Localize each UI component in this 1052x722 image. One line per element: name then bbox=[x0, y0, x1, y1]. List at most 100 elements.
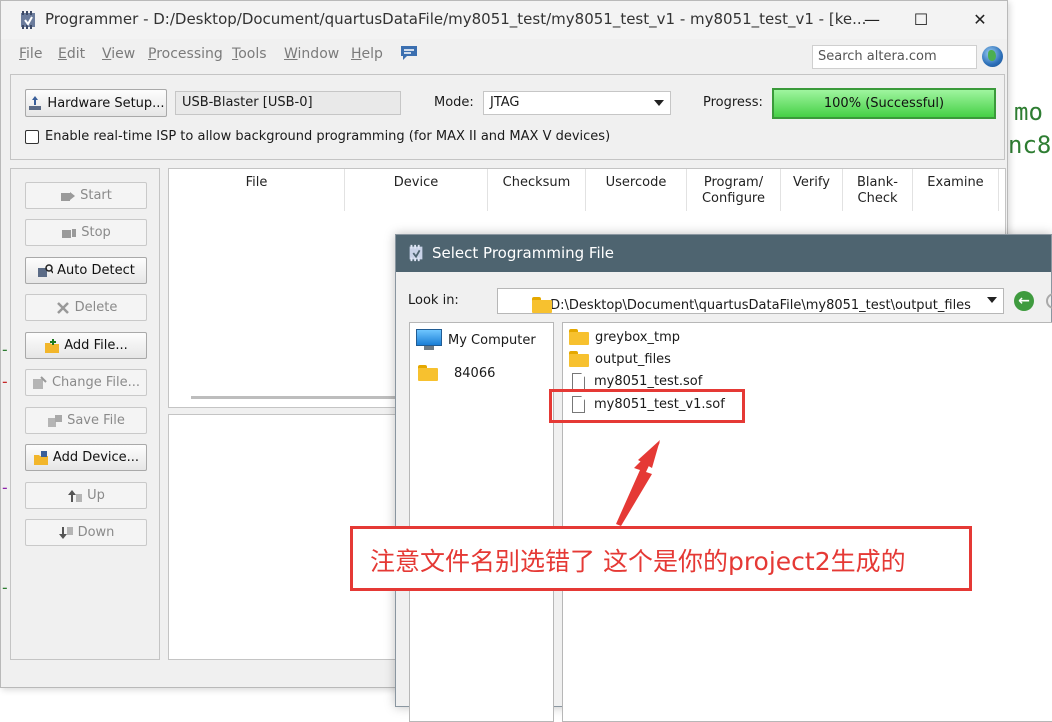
auto-detect-button[interactable]: Auto Detect bbox=[25, 257, 147, 284]
editor-edge-mark: - bbox=[0, 372, 10, 391]
start-button[interactable]: Start bbox=[25, 182, 147, 209]
select-file-dialog: Select Programming File Look in: D:\Desk… bbox=[395, 234, 1052, 722]
stop-label: Stop bbox=[81, 225, 111, 240]
hardware-setup-label: Hardware Setup... bbox=[47, 95, 165, 111]
add-device-icon bbox=[33, 450, 48, 465]
background-code-line: mo bbox=[1014, 98, 1043, 126]
window-title: Programmer - D:/Desktop/Document/quartus… bbox=[45, 10, 867, 28]
file-label: greybox_tmp bbox=[595, 329, 681, 345]
background-code-line: nc8 bbox=[1008, 131, 1052, 159]
column-header-device[interactable]: Device bbox=[345, 169, 488, 211]
file-label: output_files bbox=[595, 351, 671, 367]
add-file-button[interactable]: Add File... bbox=[25, 332, 147, 359]
editor-edge-mark: - bbox=[0, 478, 10, 497]
file-icon bbox=[572, 373, 585, 390]
folder-icon bbox=[569, 351, 589, 367]
start-label: Start bbox=[80, 188, 112, 203]
highlight-box bbox=[549, 389, 745, 423]
place-label: My Computer bbox=[448, 332, 536, 348]
progress-bar: 100% (Successful) bbox=[772, 88, 996, 119]
place-folder-84066[interactable]: 84066 bbox=[418, 365, 495, 381]
programmer-app-icon bbox=[21, 11, 35, 29]
look-in-label: Look in: bbox=[408, 293, 459, 308]
search-input[interactable]: Search altera.com bbox=[812, 45, 977, 69]
change-file-icon bbox=[32, 375, 47, 389]
annotation-note: 注意文件名别选错了 这个是你的project2生成的 bbox=[370, 547, 906, 576]
isp-checkbox[interactable] bbox=[25, 130, 39, 144]
menu-processing[interactable]: Processing bbox=[148, 46, 223, 62]
globe-icon[interactable] bbox=[982, 46, 1003, 67]
dialog-titlebar: Select Programming File bbox=[396, 235, 1051, 272]
down-arrow-icon bbox=[58, 526, 73, 539]
list-item-greybox-tmp[interactable]: greybox_tmp bbox=[569, 329, 680, 345]
refresh-icon[interactable] bbox=[1046, 293, 1052, 309]
programmer-titlebar: Programmer - D:/Desktop/Document/quartus… bbox=[1, 1, 1007, 39]
add-file-icon bbox=[45, 338, 60, 353]
menu-window[interactable]: Window bbox=[284, 46, 339, 62]
file-label: my8051_test.sof bbox=[594, 374, 703, 389]
stop-button[interactable]: Stop bbox=[25, 219, 147, 246]
back-arrow-icon[interactable]: ← bbox=[1014, 291, 1034, 311]
places-panel: My Computer 84066 bbox=[409, 322, 554, 722]
place-label: 84066 bbox=[454, 365, 496, 381]
progress-label: Progress: bbox=[703, 95, 763, 110]
isp-checkbox-label: Enable real-time ISP to allow background… bbox=[45, 129, 611, 144]
place-my-computer[interactable]: My Computer bbox=[416, 329, 536, 351]
add-device-button[interactable]: Add Device... bbox=[25, 444, 147, 471]
progress-text: 100% (Successful) bbox=[823, 96, 945, 111]
minimize-button[interactable]: — bbox=[849, 7, 895, 33]
menu-view[interactable]: View bbox=[102, 46, 135, 62]
down-button[interactable]: Down bbox=[25, 519, 147, 546]
menu-edit[interactable]: Edit bbox=[58, 46, 85, 62]
column-header-examine[interactable]: Examine bbox=[913, 169, 999, 211]
list-item-output-files[interactable]: output_files bbox=[569, 351, 671, 367]
column-header-usercode[interactable]: Usercode bbox=[586, 169, 687, 211]
menu-tools[interactable]: Tools bbox=[232, 46, 267, 62]
add-device-label: Add Device... bbox=[52, 450, 140, 465]
chevron-down-icon bbox=[987, 297, 997, 303]
folder-icon bbox=[532, 297, 552, 313]
start-icon bbox=[61, 191, 76, 201]
hardware-field: USB-Blaster [USB-0] bbox=[175, 91, 401, 115]
delete-icon bbox=[56, 301, 69, 314]
down-label: Down bbox=[77, 525, 115, 540]
column-header-blank-check[interactable]: Blank- Check bbox=[843, 169, 913, 211]
menu-file[interactable]: File bbox=[19, 46, 42, 62]
folder-icon bbox=[569, 329, 589, 345]
chat-bubble-icon[interactable] bbox=[399, 44, 419, 62]
editor-edge-mark: - bbox=[0, 340, 10, 359]
up-button[interactable]: Up bbox=[25, 482, 147, 509]
maximize-button[interactable]: ☐ bbox=[898, 7, 944, 33]
mode-label: Mode: bbox=[434, 95, 474, 110]
annotation-arrow-icon bbox=[616, 440, 660, 526]
auto-detect-label: Auto Detect bbox=[57, 263, 135, 278]
hardware-setup-button[interactable]: Hardware Setup... bbox=[25, 89, 167, 117]
computer-icon bbox=[416, 329, 442, 351]
look-in-select[interactable]: D:\Desktop\Document\quartusDataFile\my80… bbox=[497, 288, 1004, 314]
auto-detect-icon bbox=[38, 263, 54, 277]
menu-help[interactable]: Help bbox=[351, 46, 383, 62]
change-file-label: Change File... bbox=[51, 375, 141, 390]
save-file-icon bbox=[48, 414, 63, 427]
column-header-checksum[interactable]: Checksum bbox=[488, 169, 586, 211]
save-file-label: Save File bbox=[67, 413, 125, 428]
close-button[interactable]: ✕ bbox=[957, 7, 1003, 33]
delete-button[interactable]: Delete bbox=[25, 294, 147, 321]
save-file-button[interactable]: Save File bbox=[25, 407, 147, 434]
add-file-label: Add File... bbox=[64, 338, 128, 353]
table-scrollbar[interactable] bbox=[191, 396, 401, 399]
change-file-button[interactable]: Change File... bbox=[25, 369, 147, 396]
mode-value: JTAG bbox=[490, 95, 520, 110]
dialog-title: Select Programming File bbox=[432, 244, 615, 262]
delete-label: Delete bbox=[74, 300, 118, 315]
up-label: Up bbox=[87, 488, 105, 503]
column-header-file[interactable]: File bbox=[169, 169, 345, 211]
mode-select[interactable]: JTAG bbox=[483, 91, 671, 115]
list-item-my8051-test-sof[interactable]: my8051_test.sof bbox=[572, 373, 702, 390]
hardware-icon bbox=[29, 96, 42, 110]
folder-icon bbox=[418, 365, 442, 381]
chevron-down-icon bbox=[654, 100, 664, 106]
up-arrow-icon bbox=[68, 489, 83, 502]
column-header-program-configure[interactable]: Program/ Configure bbox=[687, 169, 781, 211]
column-header-verify[interactable]: Verify bbox=[781, 169, 843, 211]
